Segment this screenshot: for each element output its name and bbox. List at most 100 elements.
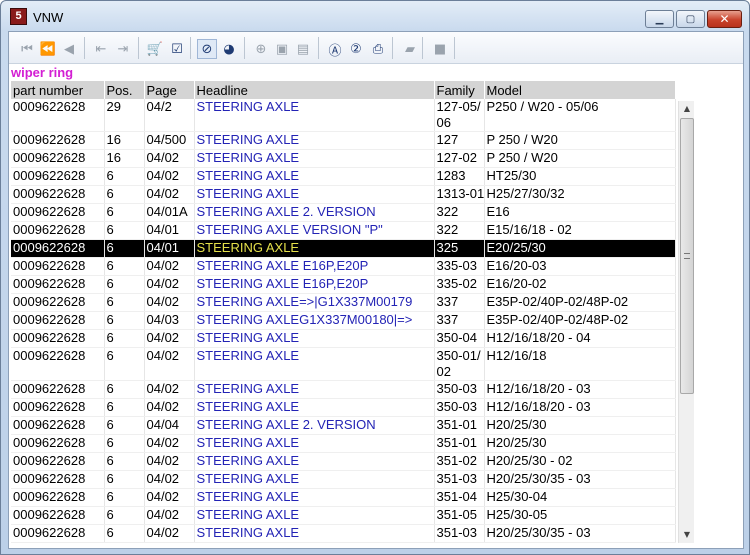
table-row[interactable]: 0009622628 6 04/02 STEERING AXLE 351-05 H25/3… (11, 506, 676, 525)
close-button[interactable]: ✕ (707, 10, 742, 28)
cell-headline[interactable]: STEERING AXLE (194, 470, 435, 489)
cell-model: H12/16/18/20 - 03 (484, 398, 676, 417)
table-row[interactable]: 0009622628 16 04/500 STEERING AXLE 127 P 250 … (11, 131, 676, 150)
table-row[interactable]: 0009622628 16 04/02 STEERING AXLE 127-02 P 25… (11, 149, 676, 168)
search-term-title: wiper ring (11, 65, 74, 80)
cell-headline[interactable]: STEERING AXLE E16P,E20P (194, 275, 435, 294)
cell-headline[interactable]: STEERING AXLE (194, 131, 435, 150)
table-row[interactable]: 0009622628 6 04/02 STEERING AXLE 350-01/02 H1… (11, 347, 676, 381)
cell-headline[interactable]: STEERING AXLE E16P,E20P (194, 257, 435, 276)
cell-pos: 6 (104, 167, 145, 186)
cell-pos: 6 (104, 398, 145, 417)
cell-headline[interactable]: STEERING AXLE (194, 329, 435, 348)
column-header-page[interactable]: Page (144, 81, 195, 99)
cell-headline[interactable]: STEERING AXLE (194, 239, 435, 258)
client-area: ⏮ ⏪ ◀ ⇤ ⇥ 🛒 ☑ ⊘ ◕ ⊕ ▣ ▤ Ⓐ ② ⎙ ▰ ■ wiper ring part number… (8, 31, 744, 549)
cell-pos: 6 (104, 488, 145, 507)
cell-headline[interactable]: STEERING AXLE (194, 380, 435, 399)
cell-headline[interactable]: STEERING AXLE (194, 452, 435, 471)
checklist-icon[interactable]: ☑ (167, 39, 187, 59)
zoom-icon[interactable]: ⊕ (251, 39, 271, 59)
table-row[interactable]: 0009622628 6 04/02 STEERING AXLE 351-04 H25/3… (11, 488, 676, 507)
scroll-down-arrow-icon[interactable]: ▼ (679, 527, 695, 543)
cell-headline[interactable]: STEERING AXLE VERSION "P" (194, 221, 435, 240)
cart-icon[interactable]: 🛒 (145, 39, 165, 59)
previous-record-icon[interactable]: ◀ (59, 39, 79, 59)
cell-pos: 29 (104, 99, 145, 132)
cell-family: 325 (434, 239, 485, 258)
cell-headline[interactable]: STEERING AXLE 2. VERSION (194, 416, 435, 435)
print-icon[interactable]: ⎙ (368, 39, 388, 59)
cell-headline[interactable]: STEERING AXLE (194, 167, 435, 186)
cell-headline[interactable]: STEERING AXLEG1X337M00180|=> (194, 311, 435, 330)
globe-icon[interactable]: ◕ (219, 39, 239, 59)
table-row[interactable]: 0009622628 6 04/02 STEERING AXLE 351-01 H20/2… (11, 434, 676, 453)
no-parts-icon[interactable]: ⊘ (197, 39, 217, 59)
previous-page-icon[interactable]: ⏪ (38, 39, 58, 59)
table-row[interactable]: 0009622628 6 04/02 STEERING AXLE 351-03 H20/2… (11, 470, 676, 489)
table-row[interactable]: 0009622628 6 04/01 STEERING AXLE 325 E20/25/3… (11, 239, 676, 258)
back-document-icon[interactable]: ⇤ (91, 39, 111, 59)
table-row[interactable]: 0009622628 29 04/2 STEERING AXLE 127-05/06 P2… (11, 99, 676, 132)
maximize-icon: ▢ (685, 13, 696, 25)
cell-page: 04/02 (144, 380, 195, 399)
minimize-button[interactable]: ▁ (645, 10, 674, 28)
cell-part-number: 0009622628 (11, 257, 105, 276)
cell-headline[interactable]: STEERING AXLE (194, 185, 435, 204)
cell-headline[interactable]: STEERING AXLE (194, 99, 435, 132)
cell-page: 04/02 (144, 347, 195, 381)
table-row[interactable]: 0009622628 6 04/02 STEERING AXLE=>|G1X337M0… (11, 293, 676, 312)
title-bar[interactable]: 5 VNW ▁ ▢ ✕ (1, 1, 749, 31)
cell-headline[interactable]: STEERING AXLE (194, 347, 435, 381)
table-row[interactable]: 0009622628 6 04/02 STEERING AXLE 1283 HT25/30 (11, 167, 676, 186)
stop-icon[interactable]: ■ (430, 39, 450, 59)
page-icon[interactable]: ▣ (272, 39, 292, 59)
table-row[interactable]: 0009622628 6 04/02 STEERING AXLE 350-04 H12/1… (11, 329, 676, 348)
forward-document-icon[interactable]: ⇥ (113, 39, 133, 59)
table-row[interactable]: 0009622628 6 04/02 STEERING AXLE 1313-01 H25/… (11, 185, 676, 204)
table-row[interactable]: 0009622628 6 04/02 STEERING AXLE E16P,E20P 3… (11, 275, 676, 294)
table-row[interactable]: 0009622628 6 04/01A STEERING AXLE 2. VERSIO… (11, 203, 676, 222)
cell-model: P250 / W20 - 05/06 (484, 99, 676, 132)
table-row[interactable]: 0009622628 6 04/02 STEERING AXLE 350-03 H12/1… (11, 398, 676, 417)
search-a-icon[interactable]: Ⓐ (325, 39, 345, 59)
column-header-family[interactable]: Family (434, 81, 485, 99)
cell-page: 04/01A (144, 203, 195, 222)
cell-family: 350-01/02 (434, 347, 485, 381)
cell-headline[interactable]: STEERING AXLE (194, 506, 435, 525)
table-row[interactable]: 0009622628 6 04/02 STEERING AXLE 351-02 H20/2… (11, 452, 676, 471)
table-row[interactable]: 0009622628 6 04/04 STEERING AXLE 2. VERSION… (11, 416, 676, 435)
cell-headline[interactable]: STEERING AXLE (194, 524, 435, 543)
table-row[interactable]: 0009622628 6 04/01 STEERING AXLE VERSION "P… (11, 221, 676, 240)
first-record-icon[interactable]: ⏮ (17, 39, 37, 59)
cell-headline[interactable]: STEERING AXLE 2. VERSION (194, 203, 435, 222)
cell-headline[interactable]: STEERING AXLE (194, 149, 435, 168)
scrollbar-thumb[interactable] (680, 118, 694, 394)
toolbar-separator (84, 37, 85, 59)
cell-headline[interactable]: STEERING AXLE (194, 488, 435, 507)
table-row[interactable]: 0009622628 6 04/02 STEERING AXLE 351-03 H20/2… (11, 524, 676, 543)
cell-headline[interactable]: STEERING AXLE (194, 434, 435, 453)
app-logo-icon: 5 (10, 8, 27, 25)
table-row[interactable]: 0009622628 6 04/03 STEERING AXLEG1X337M0018… (11, 311, 676, 330)
table-row[interactable]: 0009622628 6 04/02 STEERING AXLE 350-03 H12/1… (11, 380, 676, 399)
minimize-icon: ▁ (655, 13, 664, 25)
column-header-pos[interactable]: Pos. (104, 81, 145, 99)
column-header-headline[interactable]: Headline (194, 81, 435, 99)
table-row[interactable]: 0009622628 6 04/02 STEERING AXLE E16P,E20P 3… (11, 257, 676, 276)
toolbar-separator (392, 37, 393, 59)
cell-pos: 16 (104, 131, 145, 150)
column-header-part-number[interactable]: part number (11, 81, 105, 99)
search-2-icon[interactable]: ② (346, 39, 366, 59)
cell-headline[interactable]: STEERING AXLE (194, 398, 435, 417)
cell-headline[interactable]: STEERING AXLE=>|G1X337M00179 (194, 293, 435, 312)
cell-part-number: 0009622628 (11, 185, 105, 204)
cell-pos: 6 (104, 416, 145, 435)
column-header-model[interactable]: Model (484, 81, 676, 99)
vertical-scrollbar[interactable]: ▲ ▼ (678, 101, 694, 543)
cell-part-number: 0009622628 (11, 329, 105, 348)
page-alt-icon[interactable]: ▤ (293, 39, 313, 59)
maximize-button[interactable]: ▢ (676, 10, 705, 28)
eraser-icon[interactable]: ▰ (400, 39, 420, 59)
scroll-up-arrow-icon[interactable]: ▲ (679, 101, 695, 117)
